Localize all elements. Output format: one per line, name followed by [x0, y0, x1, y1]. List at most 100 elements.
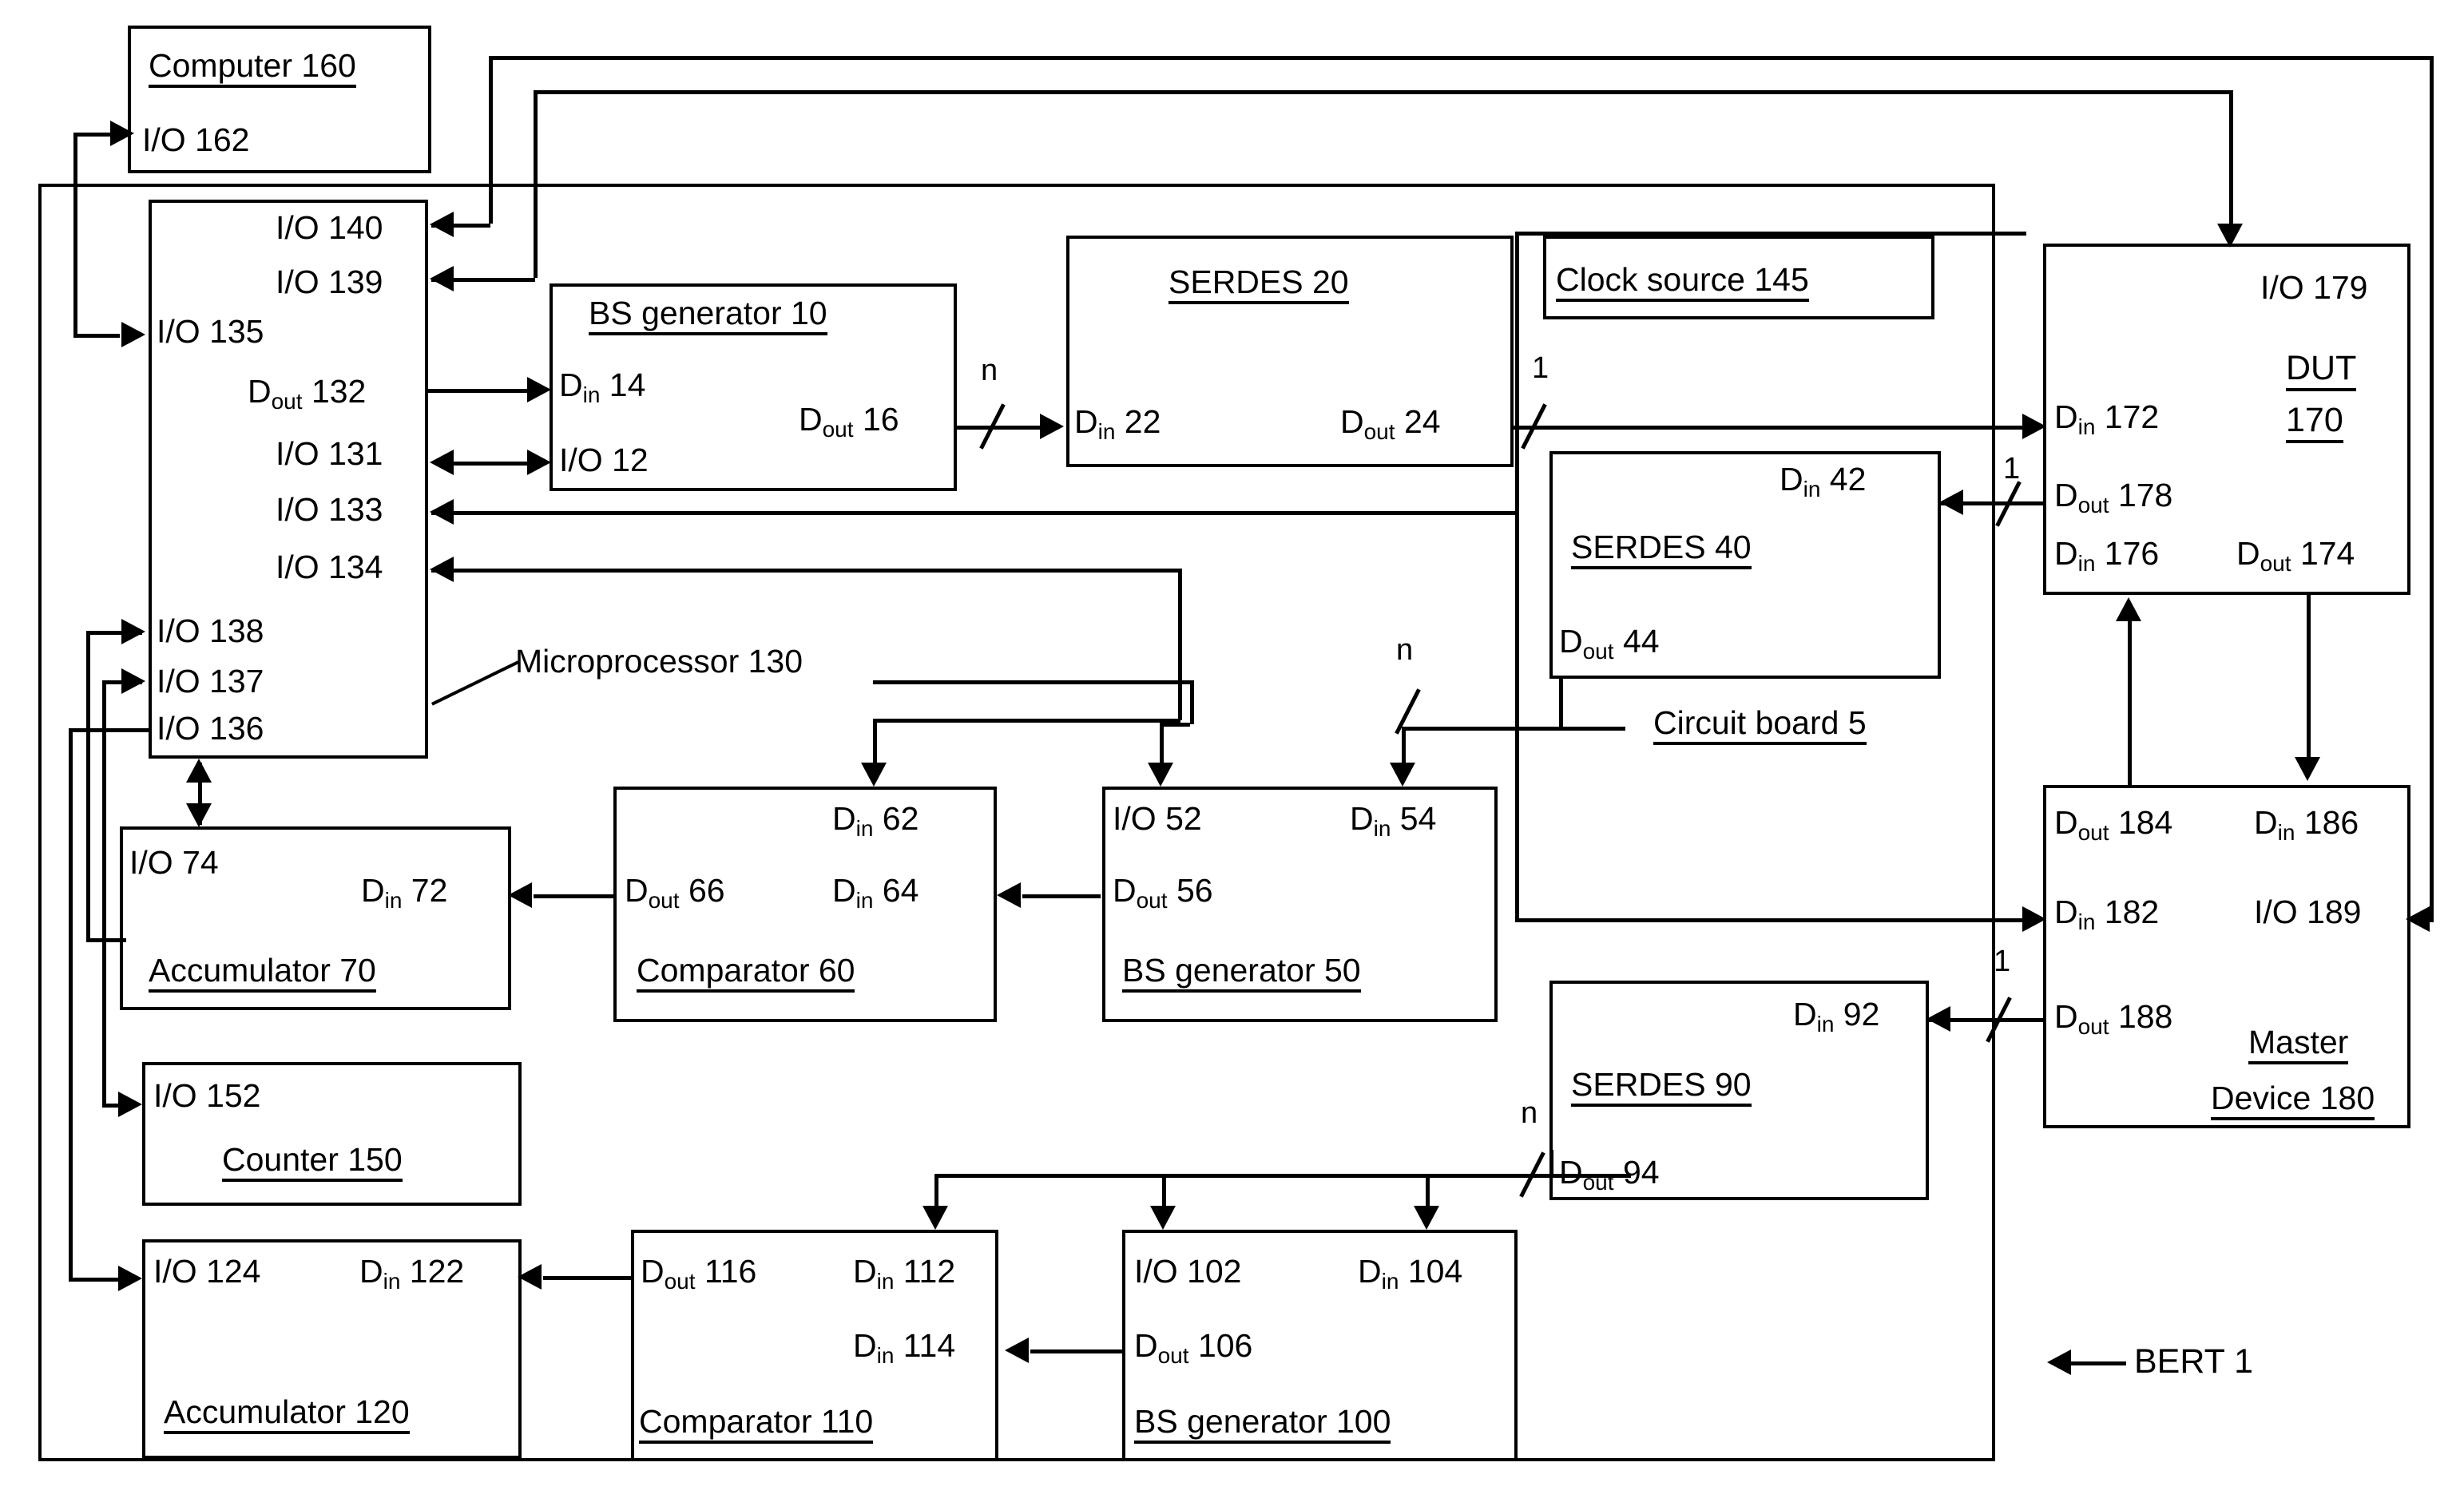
- dout-106-sub: out: [1157, 1342, 1189, 1368]
- bus-label-n-1: n: [981, 354, 998, 387]
- wire-dout184-up: [2128, 621, 2132, 785]
- arrow-into-io152-icon: [118, 1092, 142, 1117]
- arrow-into-io124-icon: [118, 1266, 142, 1291]
- port-io-74: I/O 74: [129, 844, 219, 881]
- dout-44-d: D: [1559, 623, 1583, 660]
- port-dout-184: Dout 184: [2054, 807, 2172, 844]
- port-din-22: Din 22: [1074, 406, 1161, 443]
- dout-106-d: D: [1134, 1327, 1158, 1364]
- din-64-num: 64: [873, 872, 919, 909]
- dout-132-d: D: [248, 373, 272, 410]
- arrow-into-din172-icon: [2022, 414, 2046, 439]
- dout-24-num: 24: [1395, 403, 1441, 440]
- din-92-sub: in: [1816, 1011, 1835, 1036]
- bs-generator-50-title: BS generator 50: [1122, 954, 1361, 993]
- din-42-sub: in: [1803, 476, 1821, 501]
- wire-io139-down: [534, 90, 538, 278]
- wire-io135-rail: [73, 334, 120, 338]
- dout-132-sub: out: [271, 388, 303, 414]
- din-92-num: 92: [1834, 996, 1880, 1032]
- port-din-42: Din 42: [1780, 463, 1866, 501]
- arrow-into-din62-icon: [861, 763, 887, 787]
- din-54-num: 54: [1391, 800, 1437, 837]
- port-io-162: I/O 162: [142, 121, 250, 158]
- wire-io140-down: [489, 56, 493, 224]
- port-io-124: I/O 124: [153, 1253, 261, 1290]
- arrow-into-io131-icon: [430, 450, 454, 475]
- wire-dout44-h: [1528, 727, 1625, 731]
- din-72-num: 72: [402, 872, 448, 909]
- wire-din62-down: [873, 719, 877, 767]
- port-din-92: Din 92: [1793, 998, 1879, 1036]
- port-io-135: I/O 135: [157, 313, 264, 350]
- dut-title-line2: 170: [2286, 403, 2343, 443]
- din-172-sub: in: [2077, 414, 2096, 439]
- counter-150-title: Counter 150: [222, 1143, 403, 1182]
- din-122-sub: in: [383, 1268, 401, 1294]
- din-176-num: 176: [2095, 535, 2160, 572]
- wire-dout132-to-din14: [428, 389, 534, 393]
- din-54-d: D: [1350, 800, 1374, 837]
- din-186-sub: in: [2277, 819, 2295, 845]
- arrow-into-din176-icon: [2116, 597, 2141, 621]
- dout-188-sub: out: [2077, 1013, 2109, 1039]
- port-din-14: Din 14: [559, 369, 645, 406]
- port-din-54: Din 54: [1350, 803, 1436, 840]
- dout-94-d: D: [1559, 1154, 1583, 1191]
- din-22-d: D: [1074, 403, 1098, 440]
- din-54-sub: in: [1373, 815, 1391, 841]
- wire-io179-to-io139: [534, 90, 2233, 94]
- din-14-sub: in: [582, 382, 601, 407]
- din-64-d: D: [832, 872, 856, 909]
- dout-116-d: D: [641, 1253, 665, 1290]
- dout-178-d: D: [2054, 477, 2078, 513]
- din-182-d: D: [2054, 894, 2078, 930]
- bus-label-one-2: 1: [2003, 452, 2021, 485]
- wire-top-to-io140: [489, 56, 2434, 60]
- arrow-into-io162-icon: [110, 121, 134, 146]
- arrow-down-io74-icon: [186, 803, 212, 827]
- wire-din104-v: [1426, 1174, 1430, 1210]
- port-io-139: I/O 139: [276, 264, 383, 300]
- serdes-90-title: SERDES 90: [1571, 1068, 1752, 1107]
- arrow-into-din72-icon: [508, 882, 532, 908]
- dout-184-sub: out: [2077, 819, 2109, 845]
- dout-106-num: 106: [1188, 1327, 1253, 1364]
- din-104-num: 104: [1399, 1253, 1463, 1290]
- arrow-into-io139-icon: [430, 266, 454, 291]
- arrow-into-io135-icon: [121, 322, 145, 347]
- port-io-12: I/O 12: [559, 442, 649, 478]
- arrow-into-din114-icon: [1005, 1338, 1029, 1363]
- wire-io131-io12: [447, 462, 531, 466]
- wire-io134-h: [431, 569, 1180, 573]
- master-device-title-line2: Device 180: [2211, 1082, 2375, 1120]
- arrow-into-io102-icon: [1150, 1206, 1176, 1230]
- port-io-52: I/O 52: [1113, 800, 1202, 837]
- port-din-172: Din 172: [2054, 401, 2159, 438]
- din-122-d: D: [359, 1253, 383, 1290]
- wire-io52-loop-h: [1160, 723, 1190, 727]
- arrow-into-din42-icon: [1939, 489, 1963, 515]
- bus-label-one-3: 1: [1994, 945, 2011, 978]
- bus-label-n-2: n: [1396, 633, 1414, 667]
- port-din-112: Din 112: [853, 1255, 955, 1293]
- wire-io136-v: [69, 728, 73, 1279]
- din-112-sub: in: [876, 1268, 895, 1294]
- port-io-134: I/O 134: [276, 549, 383, 585]
- port-io-138: I/O 138: [157, 612, 264, 649]
- din-114-d: D: [853, 1327, 877, 1364]
- dout-174-d: D: [2236, 535, 2260, 572]
- wire-dout94-h: [1527, 1174, 1631, 1178]
- circuit-board-label: Circuit board 5: [1653, 707, 1867, 745]
- arrow-into-io179-icon: [2217, 224, 2243, 248]
- patent-figure-bert: Computer 160 I/O 162 I/O 140 I/O 139 I/O…: [0, 0, 2464, 1506]
- din-14-d: D: [559, 367, 583, 403]
- din-62-num: 62: [873, 800, 919, 837]
- arrow-into-io189-icon: [2406, 906, 2430, 932]
- wire-io136-h: [69, 728, 149, 732]
- wire-io102-v: [1162, 1174, 1166, 1210]
- port-io-131: I/O 131: [276, 435, 383, 472]
- wire-io134-v: [1178, 569, 1182, 720]
- wire-io135-to-io162-v: [73, 133, 77, 336]
- port-io-179: I/O 179: [2260, 269, 2368, 306]
